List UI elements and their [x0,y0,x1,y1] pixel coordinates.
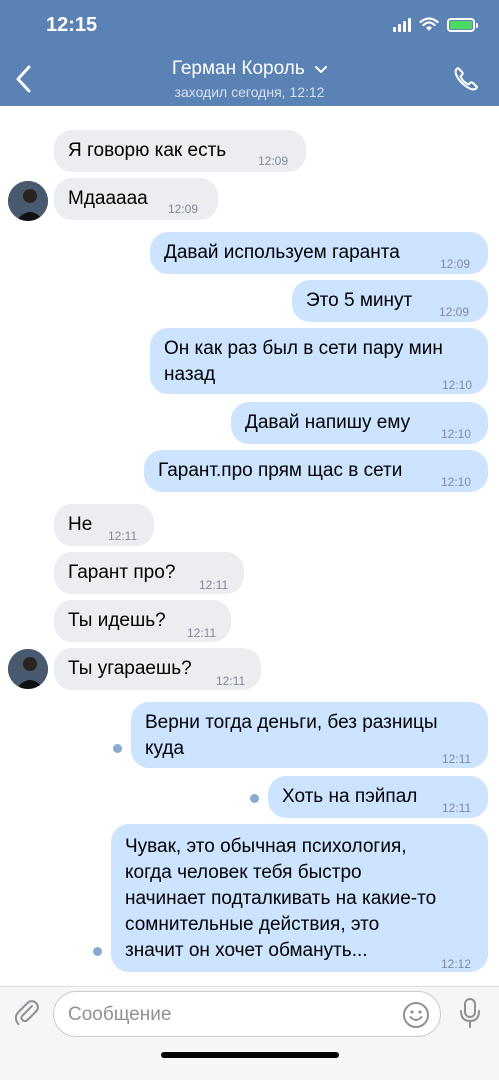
battery-icon [447,17,478,32]
message-text: Давай используем гаранта [164,242,400,263]
unread-dot [93,947,102,956]
message-bubble[interactable]: Не 12:11 [54,504,154,546]
last-seen: заходил сегодня, 12:12 [174,84,325,100]
status-icons [393,17,478,32]
message-text: Я говорю как есть [68,140,227,161]
chat-header: 12:15 Герман Король заходил сегодня, 12:… [0,0,499,106]
message-composer [0,986,499,1080]
message-bubble[interactable]: Мдааааа 12:09 [54,178,218,220]
message-bubble[interactable]: Верни тогда деньги, без разницы куда 12:… [131,702,488,768]
message-time: 12:10 [441,427,472,441]
smiley-icon[interactable] [402,1001,430,1029]
message-text: Мдааааа [68,188,148,209]
message-time: 12:12 [441,957,472,971]
microphone-icon[interactable] [458,997,482,1029]
unread-dot [113,744,122,753]
message-text: Не [68,514,93,535]
message-bubble[interactable]: Хоть на пэйпал 12:11 [268,776,488,818]
home-indicator[interactable] [161,1052,339,1058]
message-list[interactable]: Я говорю как есть 12:09 Мдааааа 12:09 Да… [0,106,499,986]
message-time: 12:09 [439,305,470,319]
message-input-field[interactable] [53,991,441,1037]
message-time: 12:11 [442,752,472,766]
message-time: 12:11 [216,674,246,688]
avatar[interactable] [8,181,48,221]
paperclip-icon[interactable] [12,997,42,1027]
message-text: Ты идешь? [68,610,166,631]
message-bubble[interactable]: Чувак, это обычная психология, когда чел… [111,824,488,972]
message-text: Гарант про? [68,562,176,583]
message-bubble[interactable]: Это 5 минут 12:09 [292,280,488,322]
unread-dot [250,794,259,803]
message-time: 12:09 [168,202,199,216]
message-time: 12:09 [258,154,289,168]
message-bubble[interactable]: Давай напишу ему 12:10 [231,402,488,444]
message-bubble[interactable]: Ты идешь? 12:11 [54,600,231,642]
message-bubble[interactable]: Давай используем гаранта 12:09 [150,232,488,274]
contact-name[interactable]: Герман Король [172,58,305,80]
message-text: Это 5 минут [306,290,413,311]
wifi-icon [419,17,439,31]
message-input[interactable] [68,1004,388,1026]
message-text: Чувак, это обычная психология, когда чел… [125,836,437,961]
message-time: 12:10 [442,378,473,392]
message-text: Давай напишу ему [245,412,411,433]
message-bubble[interactable]: Я говорю как есть 12:09 [54,130,306,172]
message-text: Гарант.про прям щас в сети [158,460,403,481]
message-time: 12:10 [441,475,472,489]
chevron-down-icon[interactable] [315,65,328,74]
avatar[interactable] [8,649,48,689]
message-bubble[interactable]: Гарант про? 12:11 [54,552,244,594]
signal-icon [393,17,411,32]
message-time: 12:09 [440,257,471,271]
message-text: Хоть на пэйпал [282,786,418,807]
message-text: Верни тогда деньги, без разницы куда [145,712,438,759]
status-time: 12:15 [46,14,98,36]
message-time: 12:11 [199,578,229,592]
message-text: Он как раз был в сети пару мин назад [164,338,443,385]
message-time: 12:11 [108,529,138,543]
message-bubble[interactable]: Ты угараешь? 12:11 [54,648,261,690]
message-text: Ты угараешь? [68,658,192,679]
message-time: 12:11 [187,626,217,640]
chat-title-block[interactable]: Герман Король заходил сегодня, 12:12 [0,58,499,100]
message-bubble[interactable]: Гарант.про прям щас в сети 12:10 [144,450,488,492]
message-time: 12:11 [442,801,472,815]
message-bubble[interactable]: Он как раз был в сети пару мин назад 12:… [150,328,488,394]
phone-icon[interactable] [451,64,481,94]
